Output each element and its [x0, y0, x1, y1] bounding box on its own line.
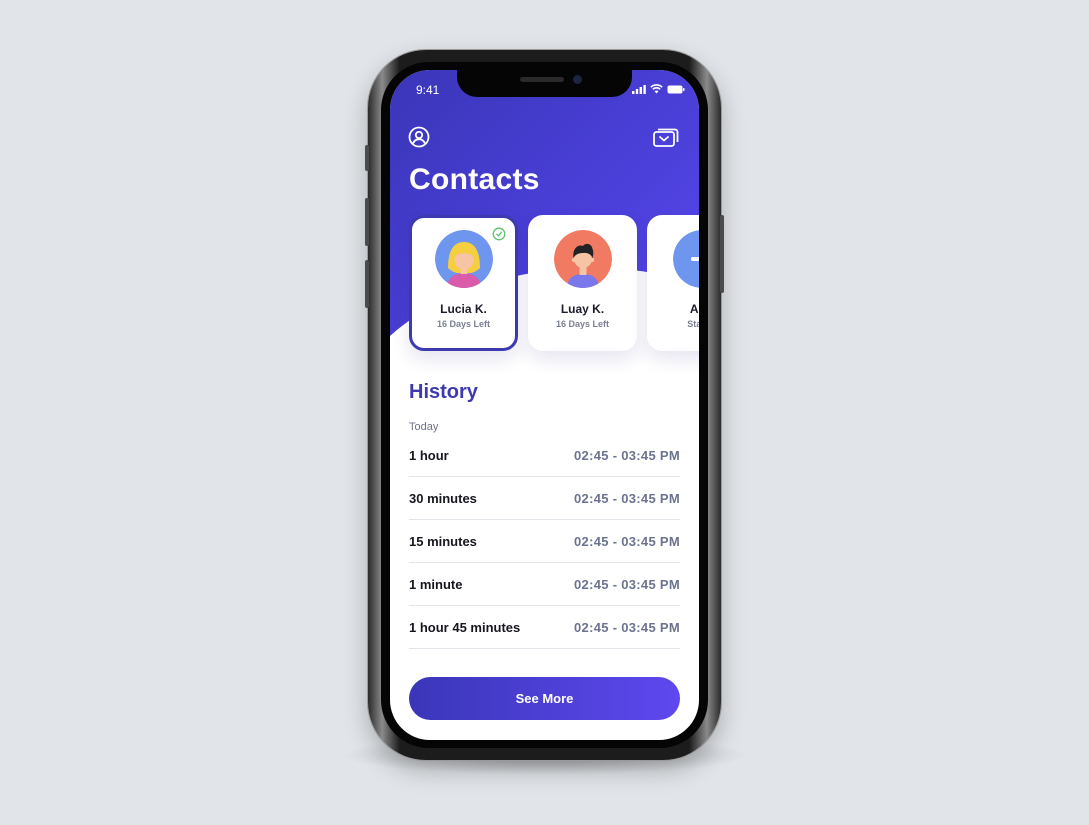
power-button	[720, 215, 724, 293]
volume-up-button	[365, 198, 369, 246]
avatar-female	[434, 230, 493, 288]
history-row[interactable]: 1 hour 45 minutes 02:45 - 03:45 PM	[409, 606, 680, 649]
phone-frame: 9:41 Contacts Lucia K. 16 Days Left Luay…	[365, 50, 724, 760]
battery-icon	[667, 85, 685, 93]
history-date-label: Today	[409, 421, 439, 433]
contact-starting: Startin	[687, 319, 699, 329]
contact-name: Luay K.	[560, 302, 605, 316]
contacts-carousel[interactable]: Lucia K. 16 Days Left Luay K. 16 Days Le…	[390, 215, 699, 355]
mute-switch	[365, 145, 369, 171]
call-duration: 1 hour 45 minutes	[409, 619, 521, 635]
history-title: History	[409, 381, 478, 403]
history-row[interactable]: 30 minutes 02:45 - 03:45 PM	[409, 477, 680, 520]
phone-notch	[457, 70, 632, 97]
contact-card-add[interactable]: Add Startin	[647, 215, 699, 351]
cards-stack-icon[interactable]	[652, 125, 680, 149]
profile-icon[interactable]	[407, 125, 431, 149]
call-duration: 1 minute	[409, 576, 463, 592]
history-row[interactable]: 1 minute 02:45 - 03:45 PM	[409, 563, 680, 606]
call-duration: 30 minutes	[409, 490, 477, 506]
add-contact-icon	[672, 230, 699, 288]
signal-icon	[632, 84, 646, 94]
check-circle-icon	[492, 227, 506, 241]
call-time-range: 02:45 - 03:45 PM	[574, 619, 680, 635]
speaker-grille	[520, 77, 564, 82]
page-title: Contacts	[409, 163, 540, 196]
status-time: 9:41	[416, 83, 440, 97]
call-time-range: 02:45 - 03:45 PM	[574, 533, 680, 549]
history-row[interactable]: 1 hour 02:45 - 03:45 PM	[409, 434, 680, 477]
contact-days-left: 16 Days Left	[555, 319, 610, 329]
avatar-male	[553, 230, 612, 288]
volume-down-button	[365, 260, 369, 308]
call-time-range: 02:45 - 03:45 PM	[574, 576, 680, 592]
wifi-icon	[650, 84, 663, 94]
contact-card-luay[interactable]: Luay K. 16 Days Left	[528, 215, 637, 351]
call-time-range: 02:45 - 03:45 PM	[574, 490, 680, 506]
contact-days-left: 16 Days Left	[436, 319, 491, 329]
app-screen: 9:41 Contacts Lucia K. 16 Days Left Luay…	[390, 70, 699, 740]
status-icons	[632, 84, 685, 94]
call-duration: 1 hour	[409, 447, 449, 463]
history-row[interactable]: 15 minutes 02:45 - 03:45 PM	[409, 520, 680, 563]
see-more-button[interactable]: See More	[409, 677, 680, 720]
history-list: 1 hour 02:45 - 03:45 PM 30 minutes 02:45…	[409, 434, 680, 649]
contact-card-lucia[interactable]: Lucia K. 16 Days Left	[409, 215, 518, 351]
call-duration: 15 minutes	[409, 533, 477, 549]
call-time-range: 02:45 - 03:45 PM	[574, 447, 680, 463]
contact-name: Lucia K.	[440, 302, 487, 316]
contact-name: Add	[689, 302, 699, 316]
front-camera	[573, 75, 582, 84]
